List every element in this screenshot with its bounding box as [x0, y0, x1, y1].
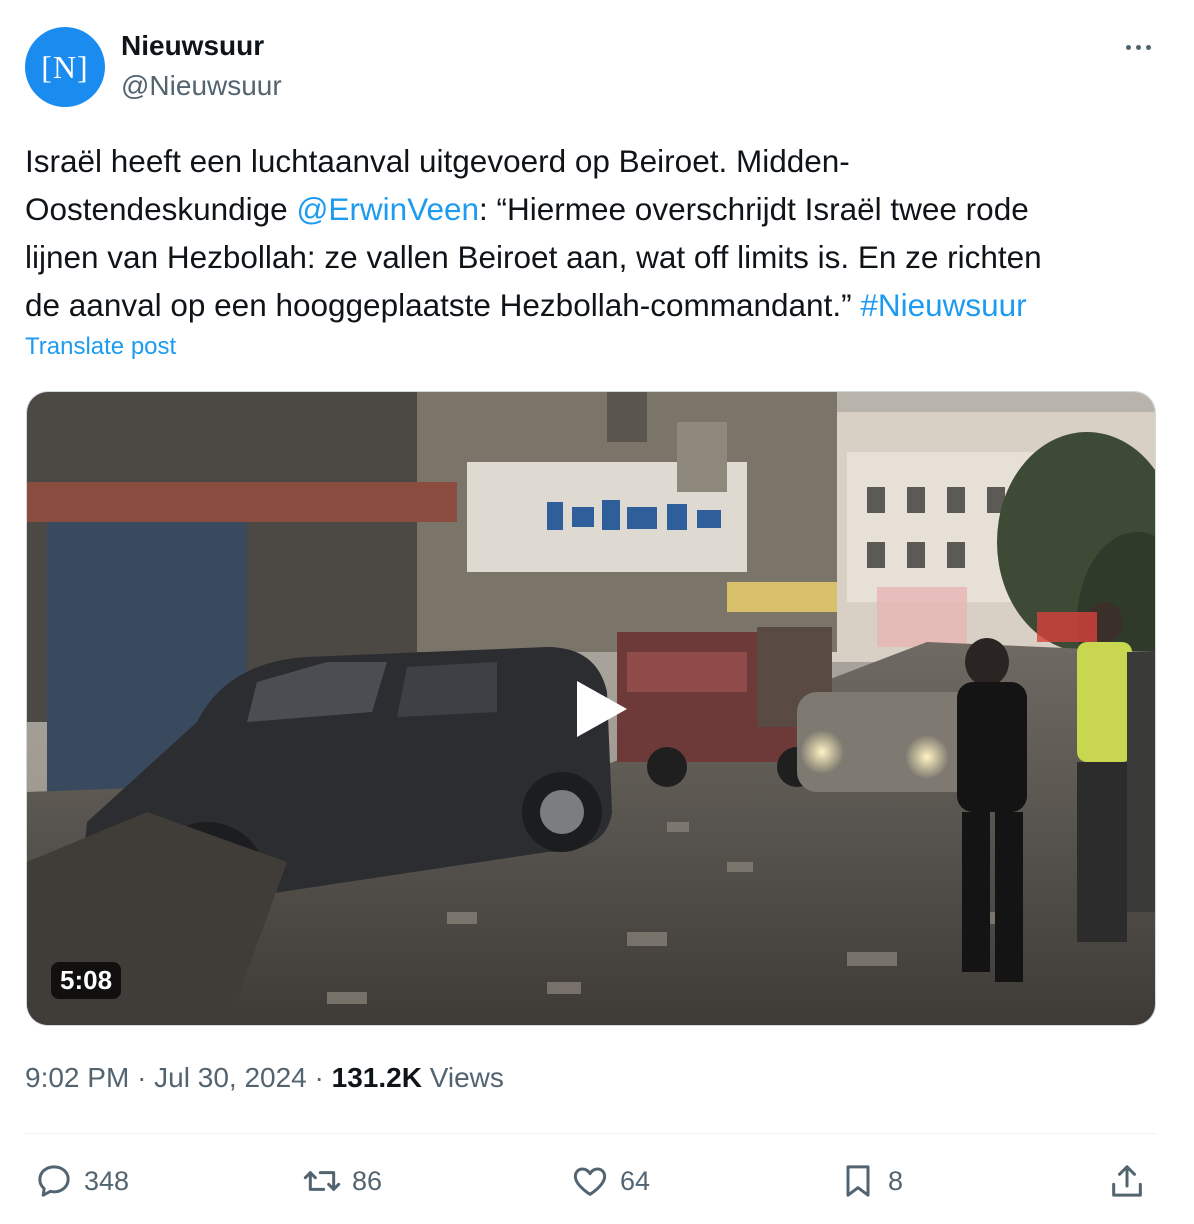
video-duration: 5:08	[51, 962, 122, 999]
repost-button[interactable]: 86	[302, 1160, 382, 1202]
bookmark-icon	[846, 1165, 870, 1197]
meta-separator: ·	[314, 1062, 324, 1093]
play-icon	[577, 681, 627, 737]
mention-link[interactable]: @ErwinVeen	[296, 191, 479, 227]
post-text: Israël heeft een luchtaanval uitgevoerd …	[25, 137, 1175, 329]
reply-count: 348	[84, 1165, 130, 1196]
reply-icon	[38, 1165, 70, 1197]
author-name[interactable]: Nieuwsuur	[121, 30, 264, 62]
reply-button[interactable]: 348	[34, 1160, 129, 1202]
avatar[interactable]: [N]	[25, 27, 105, 107]
author-handle[interactable]: @Nieuwsuur	[121, 70, 282, 102]
repost-count: 86	[352, 1165, 383, 1196]
repost-icon	[303, 1171, 341, 1191]
bookmark-button[interactable]: 8	[838, 1160, 903, 1202]
post-date[interactable]: Jul 30, 2024	[154, 1062, 307, 1093]
heart-icon	[573, 1167, 607, 1196]
play-button[interactable]	[567, 677, 631, 741]
views-count: 131.2K	[331, 1062, 422, 1093]
divider	[25, 1133, 1157, 1134]
hashtag-link[interactable]: #Nieuwsuur	[860, 287, 1026, 323]
bookmark-count: 8	[888, 1165, 904, 1196]
views-label: Views	[429, 1062, 504, 1093]
like-count: 64	[620, 1165, 651, 1196]
nieuwsuur-logo: [N]	[41, 48, 89, 85]
share-button[interactable]	[1107, 1160, 1147, 1202]
video-player[interactable]: 5:08	[26, 391, 1156, 1026]
post-meta: 9:02 PM · Jul 30, 2024 · 131.2K Views	[25, 1062, 504, 1094]
more-options-button[interactable]	[1120, 30, 1156, 64]
like-button[interactable]: 64	[570, 1160, 650, 1202]
translate-post-link[interactable]: Translate post	[25, 333, 176, 361]
meta-separator: ·	[137, 1062, 147, 1093]
more-icon	[1125, 44, 1131, 50]
share-icon	[1112, 1165, 1142, 1197]
post-time[interactable]: 9:02 PM	[25, 1062, 129, 1093]
